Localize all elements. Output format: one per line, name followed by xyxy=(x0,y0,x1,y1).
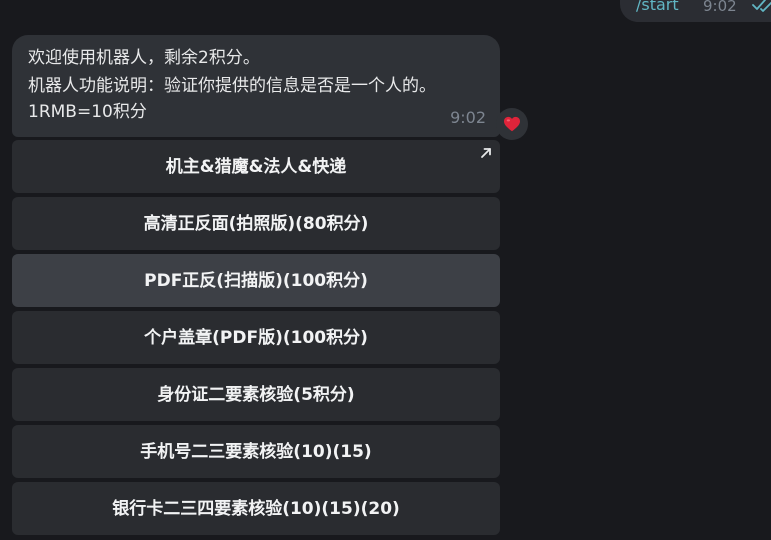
bot-message-bubble[interactable]: 欢迎使用机器人，剩余2积分。 机器人功能说明：验证你提供的信息是否是一个人的。 … xyxy=(12,35,500,137)
keyboard-button-phone-verify[interactable]: 手机号二三要素核验(10)(15) xyxy=(12,425,500,478)
bot-message-line: 1RMB=10积分 xyxy=(28,102,147,122)
keyboard-button-pdf-scan[interactable]: PDF正反(扫描版)(100积分) xyxy=(12,254,500,307)
outgoing-message-bubble[interactable]: /start 9:02 xyxy=(620,0,771,22)
outgoing-message-text: /start xyxy=(636,0,679,14)
keyboard-button-label: 高清正反面(拍照版)(80积分) xyxy=(143,213,369,234)
bot-message-line: 欢迎使用机器人，剩余2积分。 xyxy=(28,48,260,68)
keyboard-button-label: PDF正反(扫描版)(100积分) xyxy=(144,270,368,291)
bot-message-time: 9:02 xyxy=(450,108,486,127)
chat-view: /start 9:02 欢迎使用机器人，剩余2积分。 机器人功能说明：验证你提供… xyxy=(0,0,771,540)
keyboard-button-id-two-factor[interactable]: 身份证二要素核验(5积分) xyxy=(12,368,500,421)
bot-message-line: 机器人功能说明：验证你提供的信息是否是一个人的。 xyxy=(28,76,436,96)
keyboard-button-label: 机主&猎魔&法人&快递 xyxy=(165,156,347,177)
double-check-icon xyxy=(752,0,771,12)
keyboard-button-label: 手机号二三要素核验(10)(15) xyxy=(140,441,372,462)
reaction-badge[interactable] xyxy=(496,108,528,140)
keyboard-button-label: 个户盖章(PDF版)(100积分) xyxy=(144,327,368,348)
red-heart-icon xyxy=(504,116,520,132)
keyboard-button-hd-id-photo[interactable]: 高清正反面(拍照版)(80积分) xyxy=(12,197,500,250)
keyboard-button-owner-lookup[interactable]: 机主&猎魔&法人&快递 xyxy=(12,140,500,193)
keyboard-button-label: 身份证二要素核验(5积分) xyxy=(157,384,355,405)
keyboard-button-label: 银行卡二三四要素核验(10)(15)(20) xyxy=(112,498,400,519)
keyboard-button-bank-card-verify[interactable]: 银行卡二三四要素核验(10)(15)(20) xyxy=(12,482,500,535)
external-link-arrow-icon xyxy=(481,148,491,158)
keyboard-button-stamp-pdf[interactable]: 个户盖章(PDF版)(100积分) xyxy=(12,311,500,364)
outgoing-message-time: 9:02 xyxy=(703,0,737,15)
